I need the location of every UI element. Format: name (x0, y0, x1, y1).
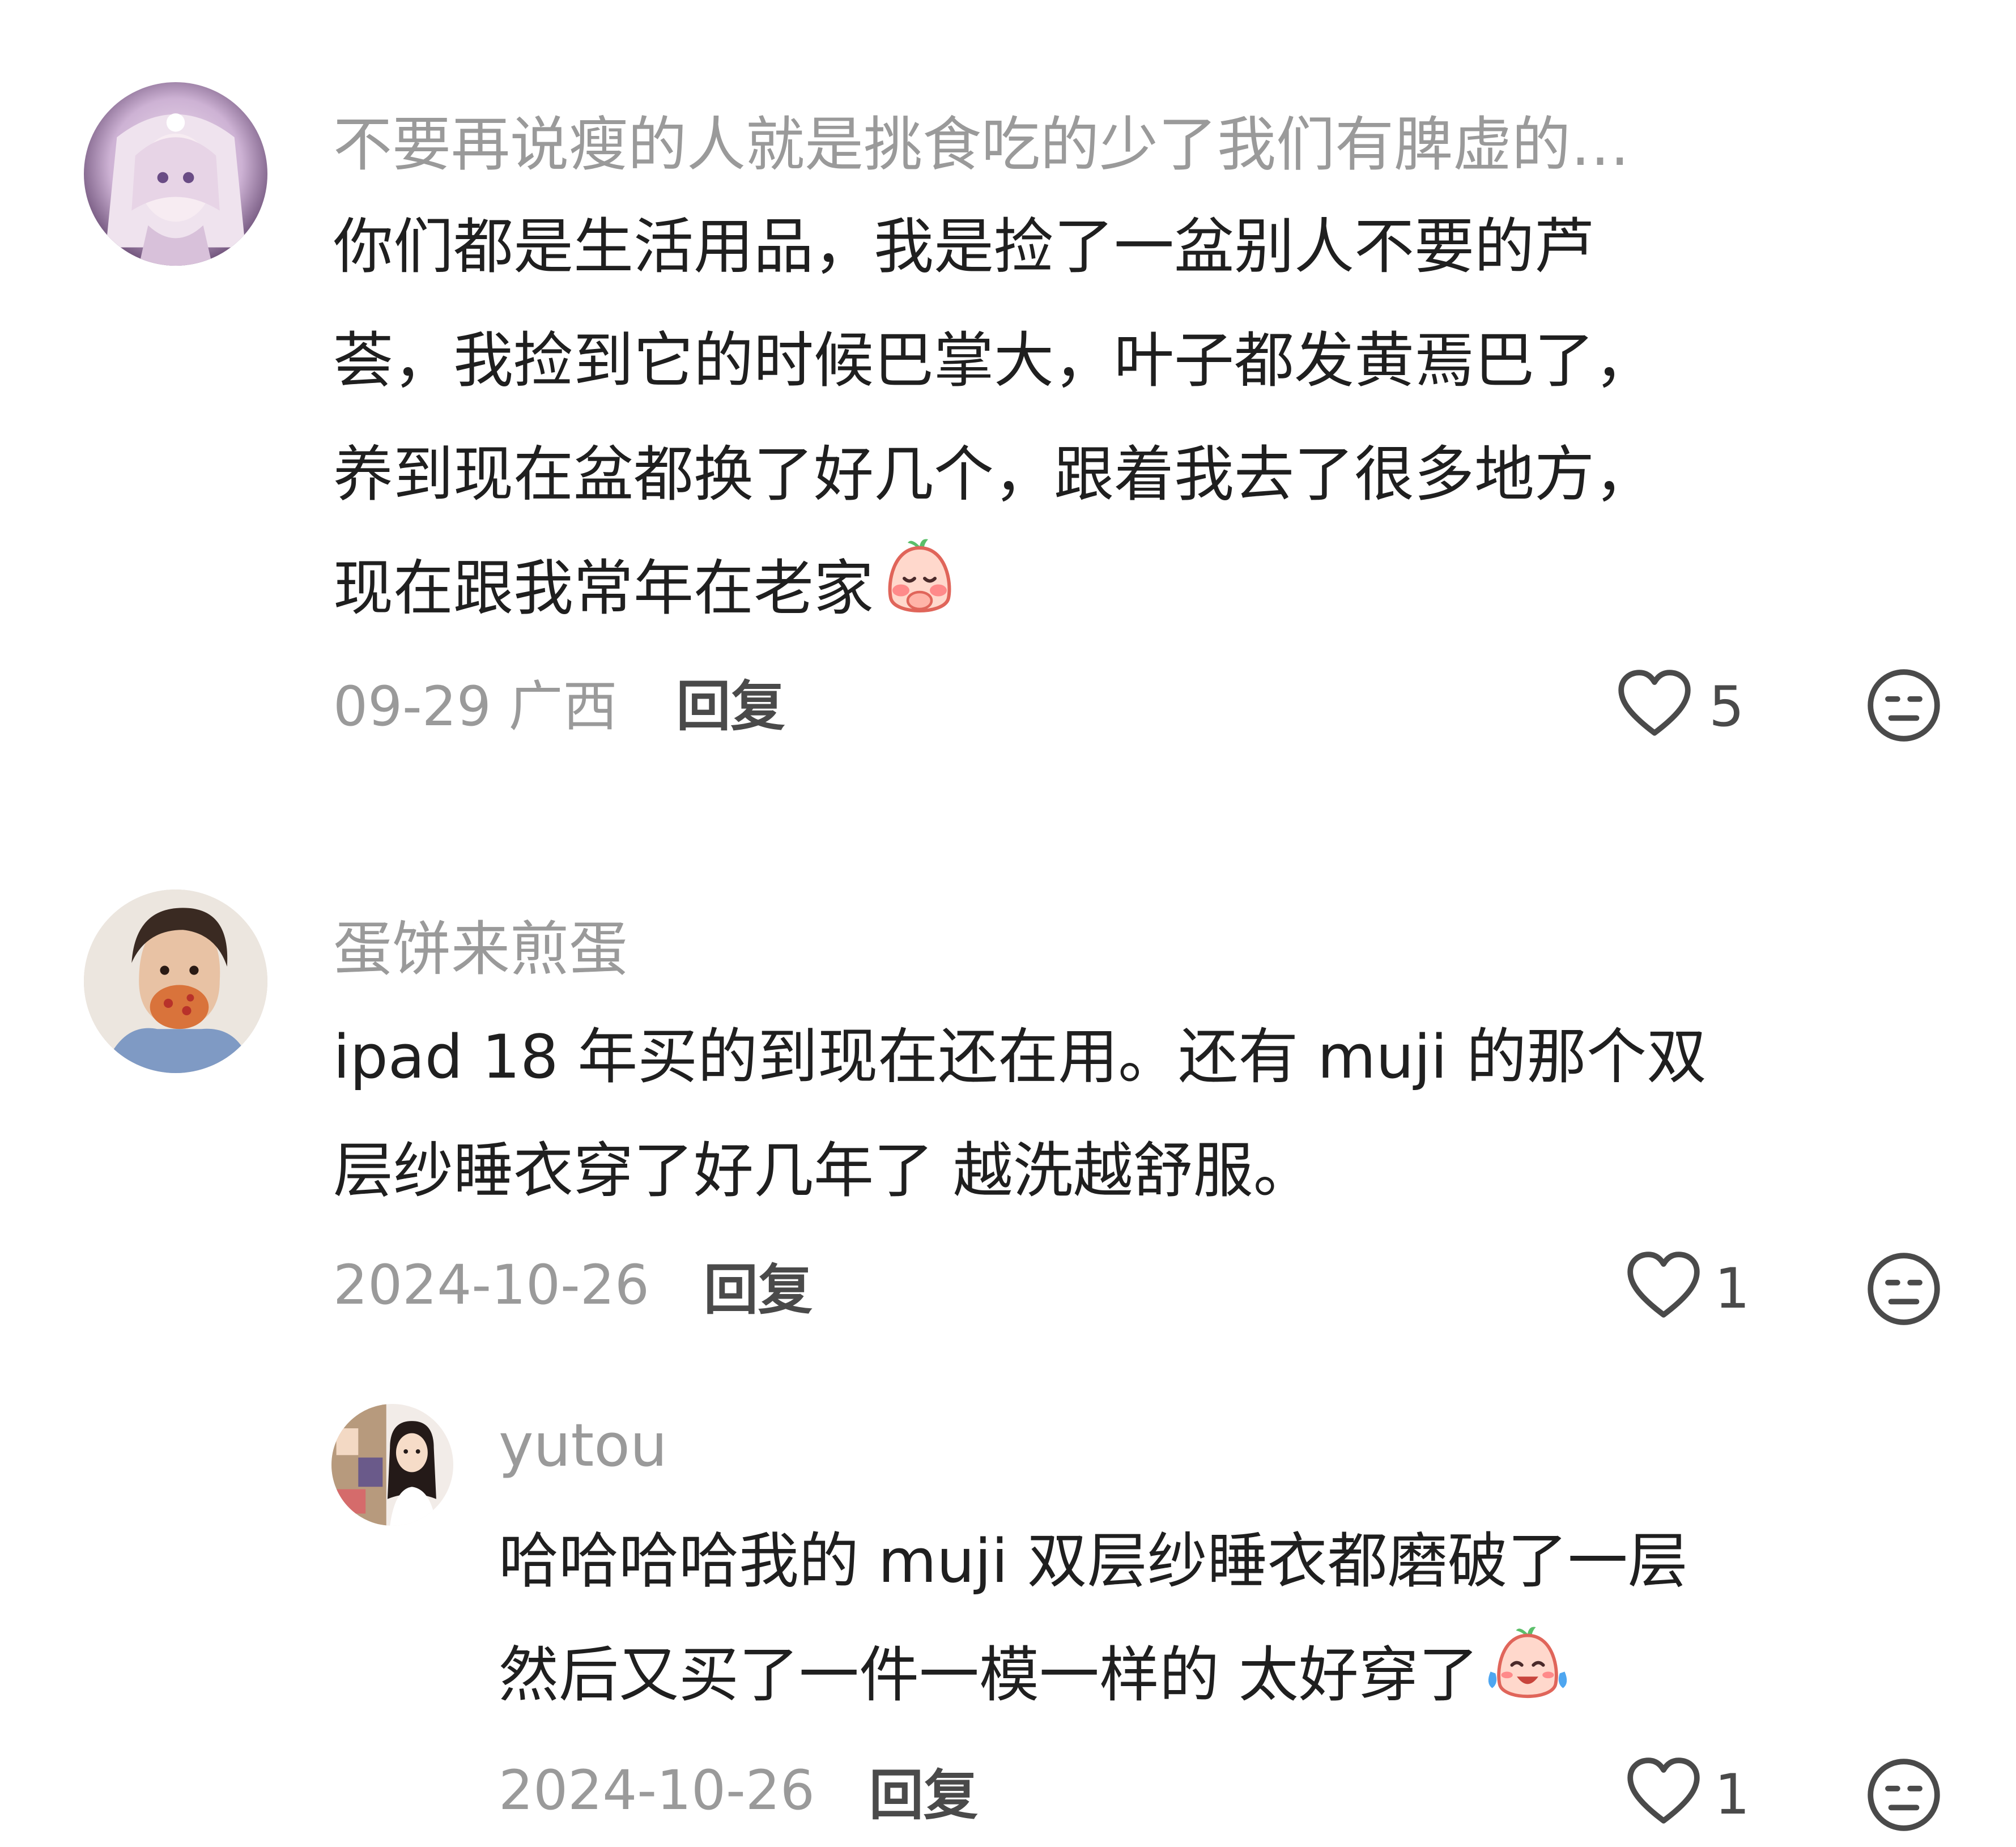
reply-button[interactable]: 回复 (869, 1751, 978, 1830)
meh-face-icon (1864, 1759, 1943, 1837)
like-count: 1 (1715, 1257, 1750, 1321)
comment-text: ipad 18 年买的到现在还在用。还有 muji 的那个双 层纱睡衣穿了好几年… (333, 1000, 1954, 1228)
reply-item: yutou 哈哈哈哈我的 muji 双层纱睡衣都磨破了一层 然后又买了一件一模一… (0, 1388, 2016, 1847)
comment-meta: 09-29 广西 回复 (333, 667, 785, 738)
reply-text: 哈哈哈哈我的 muji 双层纱睡衣都磨破了一层 然后又买了一件一模一样的 太好穿… (499, 1504, 1949, 1742)
like-button[interactable]: 1 (1624, 1249, 1750, 1329)
dislike-button[interactable] (1864, 1755, 1943, 1835)
meh-face-icon (1864, 1253, 1943, 1331)
comment-line: 养到现在盆都换了好几个，跟着我去了很多地方， (333, 440, 1655, 509)
shy-peach-emoji (877, 534, 962, 656)
avatar[interactable] (84, 82, 267, 266)
like-count: 5 (1709, 675, 1745, 739)
timestamp-location: 09-29 广西 (333, 674, 618, 738)
comment-line: 荟，我捡到它的时候巴掌大，叶子都发黄焉巴了， (333, 326, 1655, 395)
reply-meta: 2024-10-26 回复 (499, 1756, 978, 1827)
reply-line: 哈哈哈哈我的 muji 双层纱睡衣都磨破了一层 (499, 1526, 1688, 1596)
meh-face-icon (1864, 669, 1943, 747)
timestamp: 2024-10-26 (333, 1253, 649, 1317)
dislike-button[interactable] (1864, 666, 1943, 745)
username[interactable]: 不要再说瘦的人就是挑食吃的少了我们有脾虚的… (333, 96, 1914, 182)
comment-line: 层纱睡衣穿了好几年了 越洗越舒服。 (333, 1136, 1313, 1206)
comment-line: ipad 18 年买的到现在还在用。还有 muji 的那个双 (333, 1022, 1707, 1092)
like-count: 1 (1715, 1763, 1750, 1827)
reply-line: 然后又买了一件一模一样的 太好穿了 (499, 1618, 1949, 1742)
avatar[interactable] (84, 890, 267, 1073)
heart-icon (1624, 1248, 1703, 1330)
laugh-cry-peach-emoji (1482, 1621, 1573, 1742)
timestamp: 2024-10-26 (499, 1759, 815, 1822)
dislike-button[interactable] (1864, 1249, 1943, 1329)
reply-button[interactable]: 回复 (676, 662, 785, 741)
heart-icon (1624, 1754, 1703, 1836)
reply-button[interactable]: 回复 (704, 1246, 813, 1325)
comment-line: 现在跟我常年在老家 (333, 531, 1942, 656)
comment-text: 你们都是生活用品，我是捡了一盆别人不要的芦 荟，我捡到它的时候巴掌大，叶子都发黄… (333, 190, 1942, 656)
comment-line: 你们都是生活用品，我是捡了一盆别人不要的芦 (333, 212, 1594, 282)
avatar[interactable] (331, 1404, 453, 1526)
heart-icon (1615, 666, 1694, 748)
comment-item: 不要再说瘦的人就是挑食吃的少了我们有脾虚的… 你们都是生活用品，我是捡了一盆别人… (0, 0, 2016, 793)
username[interactable]: yutou (499, 1411, 1858, 1480)
like-button[interactable]: 5 (1615, 667, 1744, 747)
username[interactable]: 蛋饼来煎蛋 (333, 901, 1914, 986)
comment-item: 蛋饼来煎蛋 ipad 18 年买的到现在还在用。还有 muji 的那个双 层纱睡… (0, 793, 2016, 1847)
comment-meta: 2024-10-26 回复 (333, 1251, 813, 1322)
like-button[interactable]: 1 (1624, 1755, 1750, 1835)
